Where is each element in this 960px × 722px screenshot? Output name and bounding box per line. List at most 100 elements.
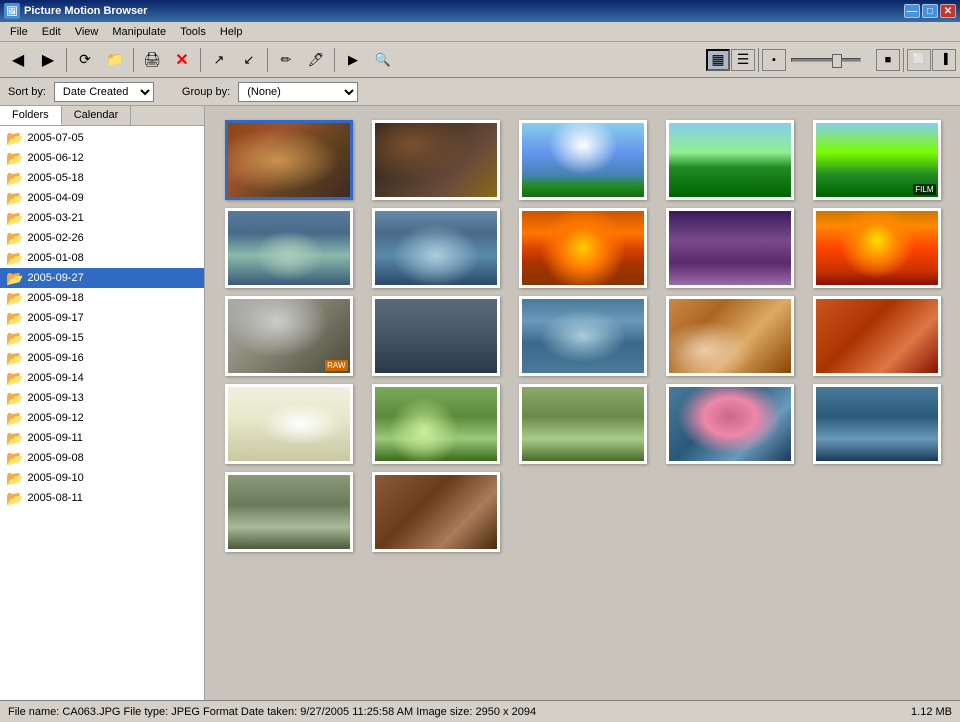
folder-item[interactable]: 📂2005-09-18 — [0, 288, 204, 308]
photo-item[interactable] — [513, 296, 652, 376]
tab-calendar[interactable]: Calendar — [62, 106, 132, 125]
folder-label: 2005-09-27 — [27, 272, 83, 284]
slideshow-button[interactable]: ▶ — [339, 46, 367, 74]
folder-icon: 📂 — [6, 410, 23, 427]
folder-button[interactable]: 📁 — [101, 46, 129, 74]
sort-select[interactable]: Date CreatedFile NameFile SizeDate Modif… — [54, 82, 154, 102]
menu-item-file[interactable]: File — [4, 24, 34, 40]
folder-item[interactable]: 📂2005-09-16 — [0, 348, 204, 368]
photo-thumbnail — [666, 120, 794, 200]
fullscreen-button[interactable]: ⬜ — [907, 49, 931, 71]
folder-item[interactable]: 📂2005-02-26 — [0, 228, 204, 248]
folder-item[interactable]: 📂 2005-09-17 — [0, 308, 204, 328]
photo-item[interactable] — [807, 296, 946, 376]
delete-button[interactable]: ✕ — [168, 46, 196, 74]
folder-item[interactable]: 📂2005-09-14 — [0, 368, 204, 388]
refresh-button[interactable]: ⟳ — [71, 46, 99, 74]
photo-item[interactable] — [366, 296, 505, 376]
photo-thumbnail — [666, 296, 794, 376]
folder-label: 2005-06-12 — [27, 152, 83, 164]
photo-item[interactable] — [219, 120, 358, 200]
photo-item[interactable]: RAW — [219, 296, 358, 376]
photo-thumbnail — [813, 208, 941, 288]
menu-item-view[interactable]: View — [69, 24, 105, 40]
folder-item[interactable]: 📂2005-09-10 — [0, 468, 204, 488]
view-large-button[interactable]: ■ — [876, 49, 900, 71]
photo-overlay — [522, 211, 644, 285]
photo-thumbnail — [666, 208, 794, 288]
import-button[interactable]: ↙ — [235, 46, 263, 74]
folder-icon: 📂 — [6, 310, 23, 327]
panel-tabs: Folders Calendar — [0, 106, 204, 126]
close-button[interactable]: ✕ — [940, 4, 956, 18]
photo-item[interactable] — [366, 384, 505, 464]
photo-thumbnail — [372, 208, 500, 288]
zoom-slider[interactable] — [791, 50, 871, 70]
edit-button[interactable]: ✏ — [272, 46, 300, 74]
folder-icon: 📂 — [6, 450, 23, 467]
folder-item[interactable]: 📂2005-07-05 — [0, 128, 204, 148]
photo-item[interactable] — [219, 208, 358, 288]
folder-item[interactable]: 📂2005-09-27 — [0, 268, 204, 288]
print-button[interactable]: 🖨 — [138, 46, 166, 74]
photo-area[interactable]: FILM RAW — [205, 106, 960, 700]
menu-item-manipulate[interactable]: Manipulate — [106, 24, 172, 40]
folder-item[interactable]: 📂 2005-06-12 — [0, 148, 204, 168]
photo-item[interactable] — [513, 384, 652, 464]
photo-item[interactable] — [807, 384, 946, 464]
folder-item[interactable]: 📂2005-09-11 — [0, 428, 204, 448]
photo-item[interactable] — [513, 120, 652, 200]
photo-overlay — [522, 123, 644, 197]
status-bar: File name: CA063.JPG File type: JPEG For… — [0, 700, 960, 722]
folder-item[interactable]: 📂2005-05-18 — [0, 168, 204, 188]
back-button[interactable]: ◀ — [4, 46, 32, 74]
folder-item[interactable]: 📂2005-08-11 — [0, 488, 204, 508]
sidebar-toggle-button[interactable]: ▐ — [932, 49, 956, 71]
menu-item-edit[interactable]: Edit — [36, 24, 67, 40]
main-area: Folders Calendar 📂2005-07-05📂2005-06-12📂… — [0, 106, 960, 700]
photo-item[interactable] — [807, 208, 946, 288]
folder-list[interactable]: 📂2005-07-05📂2005-06-12📂2005-05-18📂2005-0… — [0, 126, 204, 700]
photo-item[interactable] — [660, 208, 799, 288]
folder-item[interactable]: 📂2005-04-09 — [0, 188, 204, 208]
search-button[interactable]: 🔍 — [369, 46, 397, 74]
photo-item[interactable] — [513, 208, 652, 288]
minimize-button[interactable]: — — [904, 4, 920, 18]
photo-overlay — [669, 387, 791, 461]
photo-item[interactable] — [660, 296, 799, 376]
folder-icon: 📂 — [6, 170, 23, 187]
view-list-button[interactable]: ☰ — [731, 49, 755, 71]
export-button[interactable]: ↗ — [205, 46, 233, 74]
photo-item[interactable] — [366, 120, 505, 200]
annotate-button[interactable]: 🖊 — [302, 46, 330, 74]
menu-item-tools[interactable]: Tools — [174, 24, 212, 40]
toolbar-separator-4 — [267, 48, 268, 72]
sort-label: Sort by: — [8, 86, 46, 98]
maximize-button[interactable]: □ — [922, 4, 938, 18]
view-grid-button[interactable]: ▦ — [706, 49, 730, 71]
folder-item[interactable]: 📂2005-01-08 — [0, 248, 204, 268]
menu-item-help[interactable]: Help — [214, 24, 249, 40]
view-small-button[interactable]: ▪ — [762, 49, 786, 71]
photo-item[interactable]: FILM — [807, 120, 946, 200]
folder-item[interactable]: 📂2005-03-21 — [0, 208, 204, 228]
photo-item[interactable] — [219, 384, 358, 464]
folder-label: 2005-08-11 — [27, 492, 82, 504]
folder-icon: 📂 — [6, 390, 23, 407]
folder-label: 2005-09-17 — [27, 312, 83, 324]
photo-item[interactable] — [366, 208, 505, 288]
toolbar-separator-3 — [200, 48, 201, 72]
tab-folders[interactable]: Folders — [0, 106, 62, 125]
folder-item[interactable]: 📂2005-09-08 — [0, 448, 204, 468]
photo-item[interactable] — [366, 472, 505, 552]
group-select[interactable]: (None)DateFolderType — [238, 82, 358, 102]
folder-item[interactable]: 📂2005-09-15 — [0, 328, 204, 348]
photo-item[interactable] — [660, 384, 799, 464]
photo-item[interactable] — [660, 120, 799, 200]
folder-item[interactable]: 📂2005-09-13 — [0, 388, 204, 408]
folder-icon: 📂 — [6, 150, 23, 167]
zoom-thumb[interactable] — [832, 54, 842, 68]
folder-item[interactable]: 📂2005-09-12 — [0, 408, 204, 428]
forward-button[interactable]: ▶ — [34, 46, 62, 74]
photo-item[interactable] — [219, 472, 358, 552]
